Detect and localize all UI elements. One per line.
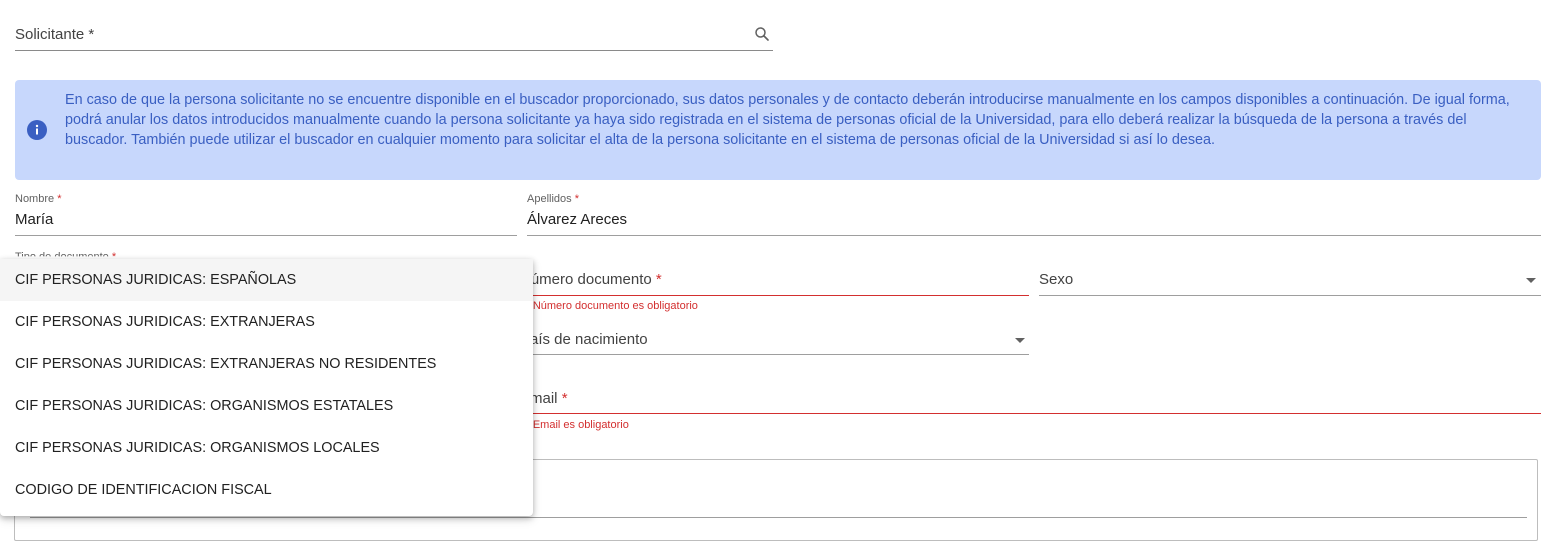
nombre-value: María: [15, 211, 54, 228]
dropdown-option[interactable]: CIF PERSONAS JURIDICAS: ORGANISMOS ESTAT…: [0, 385, 533, 427]
dropdown-option[interactable]: CIF PERSONAS JURIDICAS: ESPAÑOLAS: [0, 259, 533, 301]
tipo-documento-dropdown: CIF PERSONAS JURIDICAS: ESPAÑOLAS CIF PE…: [0, 259, 533, 516]
sexo-label: Sexo: [1039, 271, 1074, 288]
email-error: El Email es obligatorio: [520, 419, 629, 431]
info-icon: [27, 120, 47, 140]
email-field[interactable]: Email *: [520, 387, 1541, 414]
info-banner-text: En caso de que la persona solicitante no…: [65, 92, 1510, 148]
textarea-underline: [30, 517, 1527, 518]
numero-documento-error: El Número documento es obligatorio: [520, 300, 698, 312]
solicitante-search-input[interactable]: Solicitante *: [15, 22, 773, 51]
nombre-field[interactable]: María: [15, 211, 517, 236]
dropdown-option[interactable]: CIF PERSONAS JURIDICAS: EXTRANJERAS NO R…: [0, 343, 533, 385]
sexo-select[interactable]: Sexo: [1039, 268, 1541, 296]
chevron-down-icon: [1015, 338, 1025, 343]
solicitante-label: Solicitante *: [15, 26, 95, 43]
apellidos-field[interactable]: Álvarez Areces: [527, 211, 1541, 236]
dropdown-option[interactable]: CIF PERSONAS JURIDICAS: ORGANISMOS LOCAL…: [0, 427, 533, 469]
info-banner: En caso de que la persona solicitante no…: [15, 80, 1541, 180]
search-icon[interactable]: [753, 25, 771, 43]
nombre-label: Nombre *: [15, 193, 62, 205]
numero-documento-label: Número documento *: [520, 271, 662, 288]
dropdown-option[interactable]: CIF PERSONAS JURIDICAS: EXTRANJERAS: [0, 301, 533, 343]
pais-nacimiento-select[interactable]: País de nacimiento: [520, 328, 1029, 355]
pais-nacimiento-label: País de nacimiento: [520, 331, 648, 348]
chevron-down-icon: [1526, 278, 1536, 283]
apellidos-value: Álvarez Areces: [527, 211, 628, 228]
numero-documento-field[interactable]: Número documento *: [520, 268, 1029, 296]
apellidos-label: Apellidos *: [527, 193, 579, 205]
dropdown-option[interactable]: CODIGO DE IDENTIFICACION FISCAL: [0, 469, 533, 511]
